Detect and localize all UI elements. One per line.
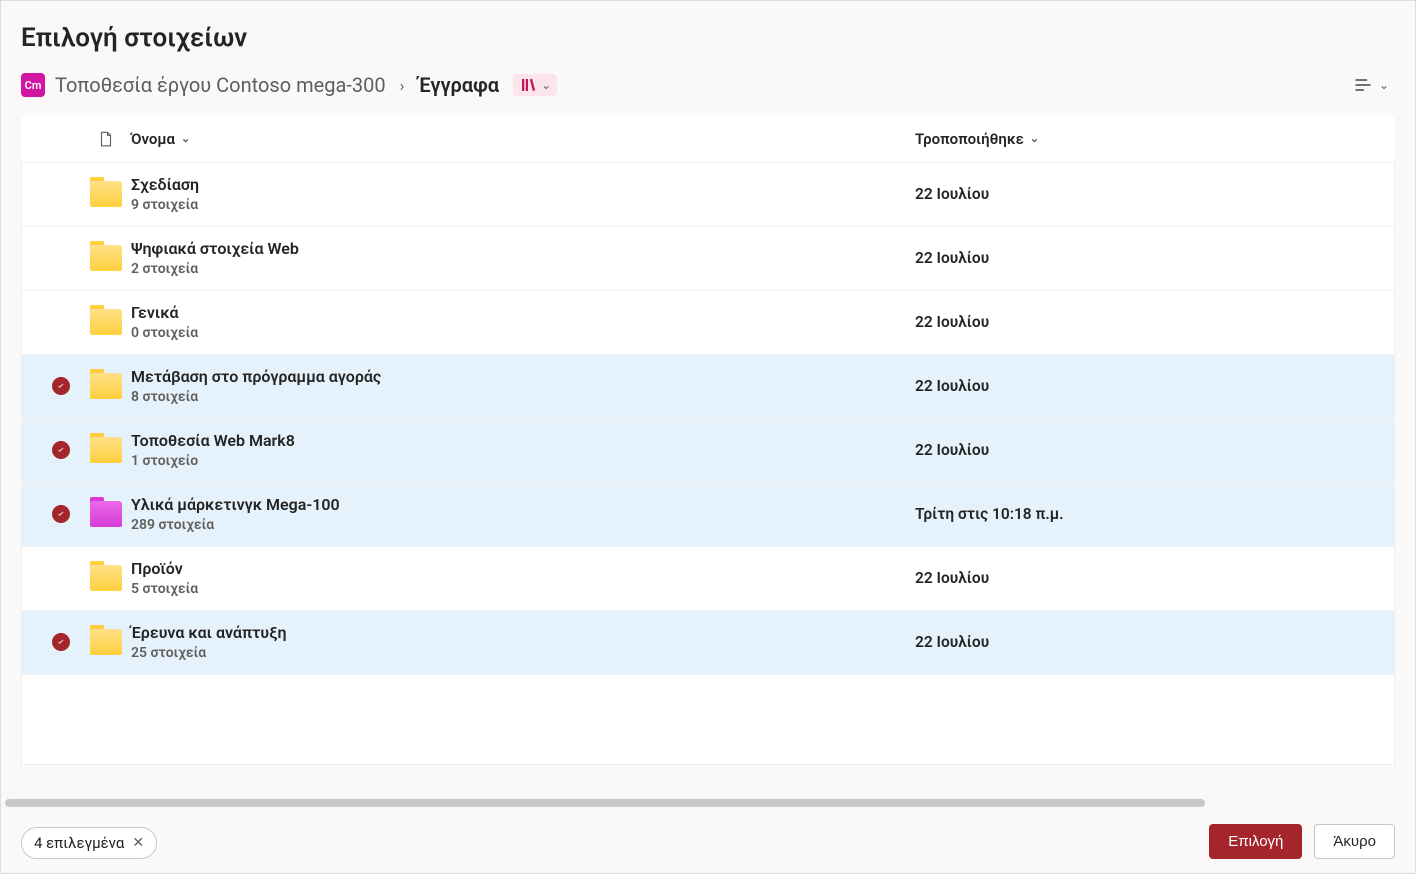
table-row[interactable]: Μετάβαση στο πρόγραμμα αγοράς 8 στοιχεία… bbox=[21, 355, 1395, 419]
selection-summary-pill[interactable]: 4 επιλεγμένα ✕ bbox=[21, 827, 157, 859]
table-row[interactable]: Γενικά 0 στοιχεία 22 Ιουλίου bbox=[21, 291, 1395, 355]
folder-icon bbox=[90, 181, 122, 207]
dialog-title: Επιλογή στοιχείων bbox=[1, 1, 1415, 63]
row-modified: 22 Ιουλίου bbox=[915, 185, 989, 203]
row-name: Υλικά μάρκετινγκ Mega-100 bbox=[131, 495, 340, 516]
selected-check-icon[interactable] bbox=[52, 633, 70, 651]
library-icon bbox=[519, 76, 537, 94]
column-header-name[interactable]: Όνομα ⌄ bbox=[131, 130, 915, 148]
chevron-down-icon: ⌄ bbox=[181, 132, 190, 145]
table-row[interactable]: Έρευνα και ανάπτυξη 25 στοιχεία 22 Ιουλί… bbox=[21, 611, 1395, 675]
folder-icon bbox=[90, 245, 122, 271]
column-header-modified[interactable]: Τροποποιήθηκε ⌄ bbox=[915, 130, 1375, 148]
row-name: Τοποθεσία Web Mark8 bbox=[131, 431, 295, 452]
list-header: Όνομα ⌄ Τροποποιήθηκε ⌄ bbox=[21, 115, 1395, 163]
row-modified: Τρίτη στις 10:18 π.μ. bbox=[915, 505, 1064, 523]
selected-check-icon[interactable] bbox=[52, 441, 70, 459]
chevron-right-icon: › bbox=[396, 76, 409, 95]
row-item-count: 8 στοιχεία bbox=[131, 388, 381, 406]
row-modified: 22 Ιουλίου bbox=[915, 249, 989, 267]
list-view-icon bbox=[1353, 75, 1373, 95]
column-header-name-label: Όνομα bbox=[131, 130, 175, 148]
site-icon: Cm bbox=[21, 73, 45, 97]
folder-icon bbox=[90, 309, 122, 335]
table-row[interactable]: Σχεδίαση 9 στοιχεία 22 Ιουλίου bbox=[21, 163, 1395, 227]
row-name: Μετάβαση στο πρόγραμμα αγοράς bbox=[131, 367, 381, 388]
row-item-count: 2 στοιχεία bbox=[131, 260, 299, 278]
breadcrumb-parent[interactable]: Τοποθεσία έργου Contoso mega-300 bbox=[55, 73, 386, 97]
row-modified: 22 Ιουλίου bbox=[915, 633, 989, 651]
table-row[interactable]: Τοποθεσία Web Mark8 1 στοιχείο 22 Ιουλίο… bbox=[21, 419, 1395, 483]
horizontal-scrollbar[interactable] bbox=[5, 799, 1205, 807]
select-button[interactable]: Επιλογή bbox=[1209, 824, 1302, 859]
row-item-count: 1 στοιχείο bbox=[131, 452, 295, 470]
row-item-count: 25 στοιχεία bbox=[131, 644, 287, 662]
chevron-down-icon: ⌄ bbox=[541, 78, 551, 92]
library-picker[interactable]: ⌄ bbox=[513, 74, 557, 96]
clear-selection-icon[interactable]: ✕ bbox=[132, 835, 144, 851]
chevron-down-icon: ⌄ bbox=[1379, 78, 1389, 92]
selection-summary-label: 4 επιλεγμένα bbox=[34, 834, 124, 852]
row-modified: 22 Ιουλίου bbox=[915, 377, 989, 395]
table-row[interactable]: Ψηφιακά στοιχεία Web 2 στοιχεία 22 Ιουλί… bbox=[21, 227, 1395, 291]
row-name: Προϊόν bbox=[131, 559, 198, 580]
row-name: Έρευνα και ανάπτυξη bbox=[131, 623, 287, 644]
folder-icon bbox=[90, 501, 122, 527]
selected-check-icon[interactable] bbox=[52, 377, 70, 395]
folder-icon bbox=[90, 373, 122, 399]
folder-icon bbox=[90, 437, 122, 463]
column-type-icon[interactable] bbox=[81, 128, 131, 150]
file-listing: Όνομα ⌄ Τροποποιήθηκε ⌄ Σχεδίαση 9 στοιχ… bbox=[21, 115, 1395, 765]
dialog-footer: 4 επιλεγμένα ✕ Επιλογή Άκυρο bbox=[1, 791, 1415, 873]
view-switcher[interactable]: ⌄ bbox=[1347, 69, 1395, 101]
row-item-count: 289 στοιχεία bbox=[131, 516, 340, 534]
selected-check-icon[interactable] bbox=[52, 505, 70, 523]
row-item-count: 0 στοιχεία bbox=[131, 324, 198, 342]
folder-icon bbox=[90, 565, 122, 591]
row-modified: 22 Ιουλίου bbox=[915, 569, 989, 587]
row-modified: 22 Ιουλίου bbox=[915, 313, 989, 331]
folder-icon bbox=[90, 629, 122, 655]
breadcrumb-current: Έγγραφα bbox=[418, 73, 499, 97]
row-name: Σχεδίαση bbox=[131, 175, 199, 196]
row-name: Γενικά bbox=[131, 303, 198, 324]
table-row[interactable]: Προϊόν 5 στοιχεία 22 Ιουλίου bbox=[21, 547, 1395, 611]
row-name: Ψηφιακά στοιχεία Web bbox=[131, 239, 299, 260]
document-icon bbox=[97, 128, 115, 150]
row-item-count: 5 στοιχεία bbox=[131, 580, 198, 598]
cancel-button[interactable]: Άκυρο bbox=[1314, 824, 1395, 859]
column-header-modified-label: Τροποποιήθηκε bbox=[915, 130, 1024, 148]
breadcrumb: Cm Τοποθεσία έργου Contoso mega-300 › Έγ… bbox=[1, 63, 1415, 115]
row-modified: 22 Ιουλίου bbox=[915, 441, 989, 459]
chevron-down-icon: ⌄ bbox=[1030, 132, 1039, 145]
table-row[interactable]: Υλικά μάρκετινγκ Mega-100 289 στοιχεία Τ… bbox=[21, 483, 1395, 547]
row-item-count: 9 στοιχεία bbox=[131, 196, 199, 214]
